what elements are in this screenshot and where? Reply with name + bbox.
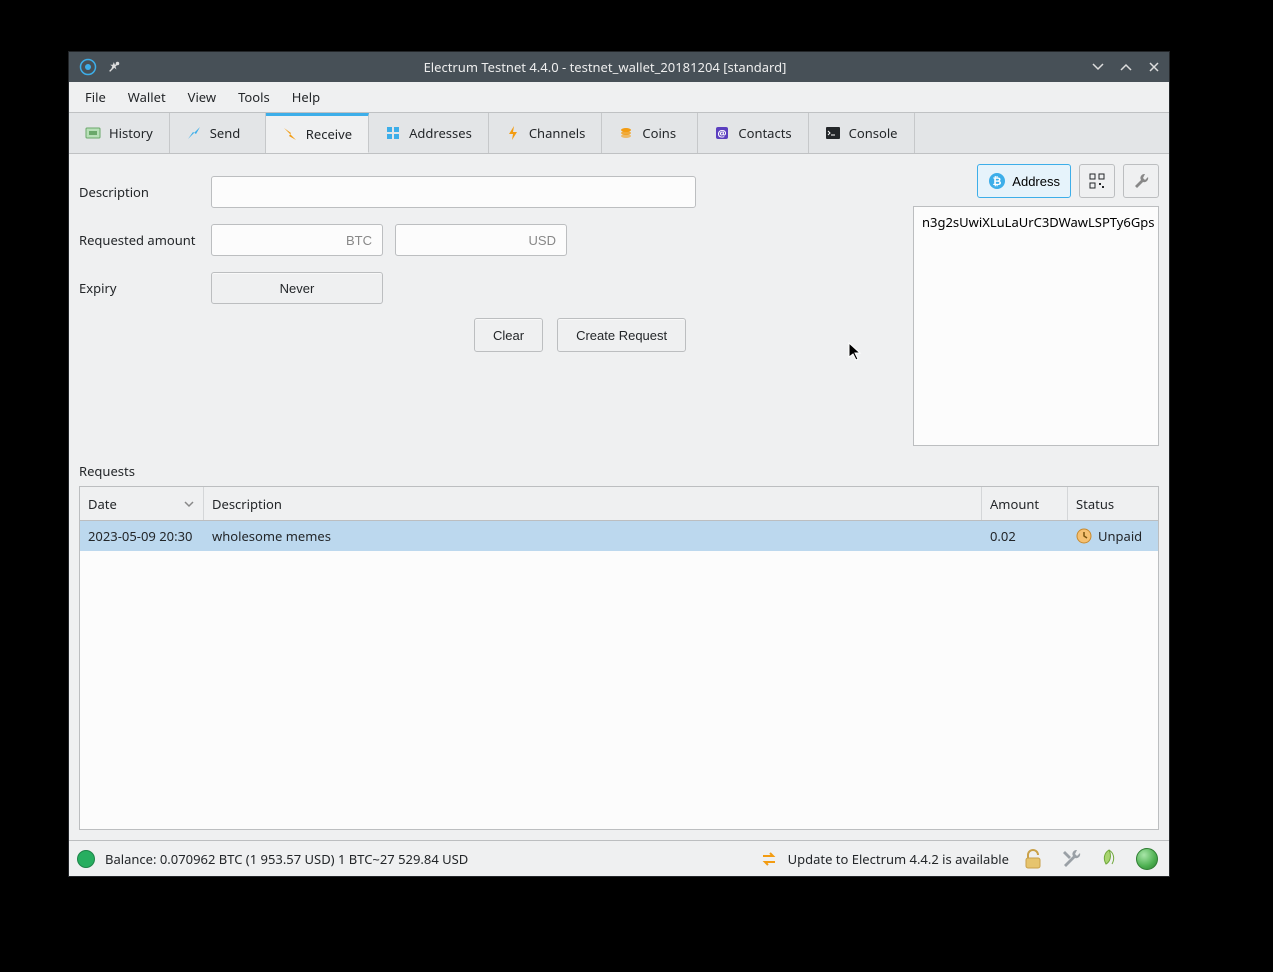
statusbar: Balance: 0.070962 BTC (1 953.57 USD) 1 B… xyxy=(69,840,1169,876)
network-status-icon[interactable] xyxy=(77,850,95,868)
tab-label: Addresses xyxy=(409,124,472,142)
menubar: File Wallet View Tools Help xyxy=(69,82,1169,112)
table-row[interactable]: 2023-05-09 20:30 wholesome memes 0.02 Un… xyxy=(80,521,1158,551)
channels-icon xyxy=(505,125,521,141)
tab-label: Receive xyxy=(306,125,352,143)
window-title: Electrum Testnet 4.4.0 - testnet_wallet_… xyxy=(121,58,1089,76)
right-panel: ₿ Address n3g2sUwiXLuLaUrC3DWawLSPTy6Gps xyxy=(913,164,1159,446)
addresses-icon xyxy=(385,125,401,141)
tools-button[interactable] xyxy=(1123,164,1159,198)
qr-icon xyxy=(1088,172,1106,190)
tab-label: Send xyxy=(210,124,241,142)
address-text: n3g2sUwiXLuLaUrC3DWawLSPTy6Gps xyxy=(922,213,1155,231)
history-icon xyxy=(85,125,101,141)
menu-view[interactable]: View xyxy=(178,84,226,110)
tab-send[interactable]: Send xyxy=(170,113,266,153)
app-window: Electrum Testnet 4.4.0 - testnet_wallet_… xyxy=(68,51,1170,877)
clear-button[interactable]: Clear xyxy=(474,318,543,352)
coins-icon xyxy=(618,125,634,141)
upper-panel: Description Requested amount Expiry Neve… xyxy=(79,164,1159,446)
tabbar: History Send Receive Addresses Channels … xyxy=(69,112,1169,154)
description-input[interactable] xyxy=(211,176,696,208)
network-indicator-icon[interactable] xyxy=(1133,845,1161,873)
cell-amount: 0.02 xyxy=(982,527,1068,545)
bitcoin-icon: ₿ xyxy=(988,172,1006,190)
tab-label: Coins xyxy=(642,124,676,142)
clock-icon xyxy=(1076,528,1092,544)
menu-wallet[interactable]: Wallet xyxy=(118,84,176,110)
minimize-button[interactable] xyxy=(1089,58,1107,76)
window-controls xyxy=(1089,58,1163,76)
update-text[interactable]: Update to Electrum 4.4.2 is available xyxy=(788,850,1009,868)
tab-addresses[interactable]: Addresses xyxy=(369,113,489,153)
col-date[interactable]: Date xyxy=(80,487,204,520)
col-amount[interactable]: Amount xyxy=(982,487,1068,520)
titlebar: Electrum Testnet 4.4.0 - testnet_wallet_… xyxy=(69,52,1169,82)
address-button-label: Address xyxy=(1012,174,1060,189)
tab-receive[interactable]: Receive xyxy=(266,113,369,153)
send-icon xyxy=(186,125,202,141)
menu-tools[interactable]: Tools xyxy=(228,84,280,110)
table-body: 2023-05-09 20:30 wholesome memes 0.02 Un… xyxy=(80,521,1158,829)
lock-icon[interactable] xyxy=(1019,845,1047,873)
tab-label: Console xyxy=(849,124,898,142)
cell-date: 2023-05-09 20:30 xyxy=(80,527,204,545)
expiry-label: Expiry xyxy=(79,279,211,297)
address-button[interactable]: ₿ Address xyxy=(977,164,1071,198)
expiry-select[interactable]: Never xyxy=(211,272,383,304)
description-label: Description xyxy=(79,183,211,201)
tab-label: Contacts xyxy=(738,124,791,142)
balance-text: Balance: 0.070962 BTC (1 953.57 USD) 1 B… xyxy=(105,850,468,868)
update-icon xyxy=(760,850,778,868)
tab-contacts[interactable]: @ Contacts xyxy=(698,113,808,153)
sort-indicator-icon xyxy=(183,498,195,510)
create-request-button[interactable]: Create Request xyxy=(557,318,686,352)
receive-icon xyxy=(282,126,298,142)
address-display[interactable]: n3g2sUwiXLuLaUrC3DWawLSPTy6Gps xyxy=(913,206,1159,446)
contacts-icon: @ xyxy=(714,125,730,141)
preferences-icon[interactable] xyxy=(1057,845,1085,873)
col-status[interactable]: Status xyxy=(1068,487,1158,520)
amount-btc-input[interactable] xyxy=(211,224,383,256)
cell-description: wholesome memes xyxy=(204,527,982,545)
col-description[interactable]: Description xyxy=(204,487,982,520)
tab-console[interactable]: Console xyxy=(809,113,915,153)
qr-button[interactable] xyxy=(1079,164,1115,198)
svg-text:₿: ₿ xyxy=(993,176,1002,188)
tab-label: History xyxy=(109,124,153,142)
receive-form: Description Requested amount Expiry Neve… xyxy=(79,164,901,446)
tab-history[interactable]: History xyxy=(69,113,170,153)
seed-icon[interactable] xyxy=(1095,845,1123,873)
svg-text:@: @ xyxy=(718,126,727,140)
requests-table: Date Description Amount Status 2023-05-0… xyxy=(79,486,1159,830)
close-button[interactable] xyxy=(1145,58,1163,76)
table-header: Date Description Amount Status xyxy=(80,487,1158,521)
content-area: Description Requested amount Expiry Neve… xyxy=(69,154,1169,840)
amount-usd-input[interactable] xyxy=(395,224,567,256)
maximize-button[interactable] xyxy=(1117,58,1135,76)
requested-amount-label: Requested amount xyxy=(79,231,211,249)
menu-help[interactable]: Help xyxy=(282,84,330,110)
console-icon xyxy=(825,125,841,141)
app-icon xyxy=(79,58,97,76)
tab-coins[interactable]: Coins xyxy=(602,113,698,153)
tab-channels[interactable]: Channels xyxy=(489,113,603,153)
cell-status: Unpaid xyxy=(1068,527,1158,545)
tab-label: Channels xyxy=(529,124,586,142)
wrench-icon xyxy=(1132,172,1150,190)
pin-icon[interactable] xyxy=(107,60,121,74)
menu-file[interactable]: File xyxy=(75,84,116,110)
requests-label: Requests xyxy=(79,462,1159,480)
